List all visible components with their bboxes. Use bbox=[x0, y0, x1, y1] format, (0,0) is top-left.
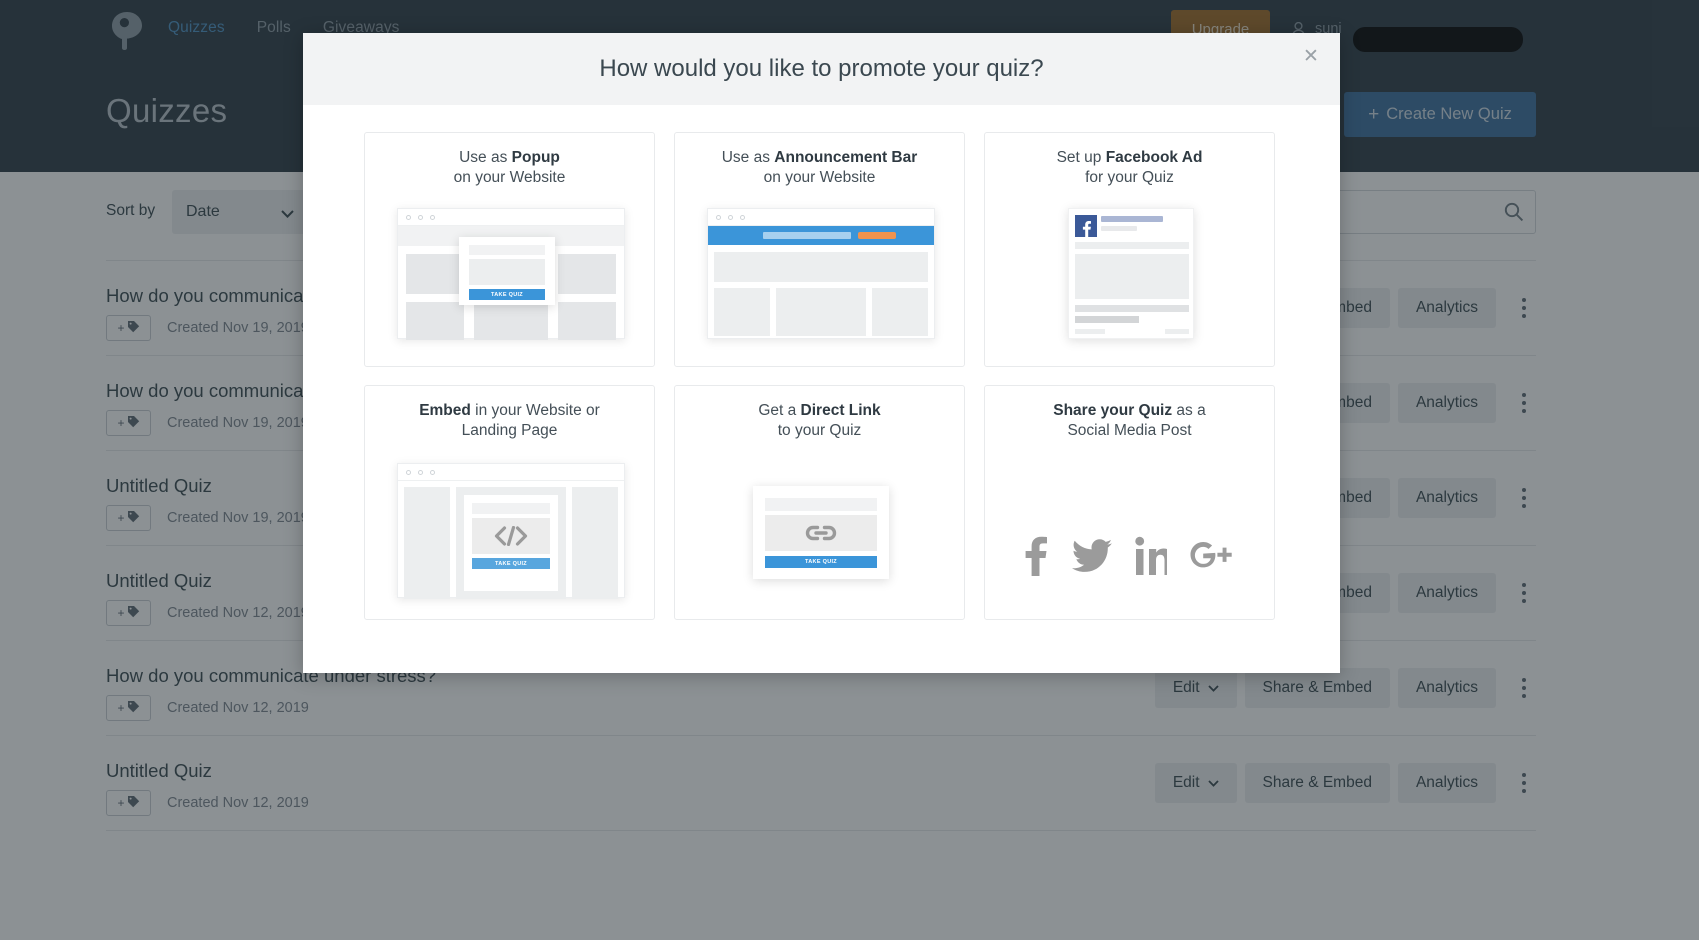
browser-frame: TAKE QUIZ bbox=[397, 463, 625, 599]
code-icon bbox=[472, 518, 550, 554]
promote-option-facebook-ad[interactable]: Set up Facebook Ad for your Quiz bbox=[984, 132, 1275, 367]
promote-option-direct-link[interactable]: Get a Direct Link to your Quiz TAKE QUIZ bbox=[674, 385, 965, 620]
browser-chrome bbox=[708, 209, 934, 226]
facebook-ad-card bbox=[1068, 208, 1194, 339]
facebook-icon bbox=[1075, 215, 1097, 237]
facebook-ad-mockup bbox=[985, 201, 1274, 366]
embed-widget: TAKE QUIZ bbox=[464, 495, 558, 591]
announcement-bar-mockup bbox=[675, 201, 964, 366]
direct-link-mockup: TAKE QUIZ bbox=[675, 454, 964, 619]
facebook-icon[interactable] bbox=[1025, 536, 1049, 576]
browser-viewport bbox=[708, 226, 934, 338]
promote-option-caption: Embed in your Website or Landing Page bbox=[365, 401, 654, 441]
close-icon[interactable]: ✕ bbox=[1298, 44, 1324, 70]
link-icon bbox=[765, 515, 877, 551]
modal-header: How would you like to promote your quiz?… bbox=[303, 33, 1340, 105]
embed-mockup: TAKE QUIZ bbox=[365, 454, 654, 619]
direct-link-card: TAKE QUIZ bbox=[753, 486, 889, 579]
caption-bold: Announcement Bar bbox=[774, 149, 918, 166]
promote-option-caption: Set up Facebook Ad for your Quiz bbox=[985, 148, 1274, 188]
caption-post: in your Website or bbox=[470, 402, 600, 419]
take-quiz-cta: TAKE QUIZ bbox=[765, 556, 877, 568]
social-icons-row bbox=[985, 536, 1274, 576]
browser-viewport: TAKE QUIZ bbox=[398, 481, 624, 599]
promote-option-caption: Use as Announcement Bar on your Website bbox=[675, 148, 964, 188]
caption-bold: Embed bbox=[419, 402, 471, 419]
caption-bold: Share your Quiz bbox=[1053, 402, 1173, 419]
caption-bold: Popup bbox=[511, 149, 560, 166]
caption-line2: to your Quiz bbox=[777, 421, 862, 439]
caption-bold: Facebook Ad bbox=[1105, 149, 1203, 166]
caption-pre: Set up bbox=[1056, 149, 1106, 166]
caption-line2: for your Quiz bbox=[1085, 168, 1174, 186]
promote-option-social-post[interactable]: Share your Quiz as a Social Media Post bbox=[984, 385, 1275, 620]
promote-option-caption: Use as Popup on your Website bbox=[365, 148, 654, 188]
popup-window: TAKE QUIZ bbox=[459, 237, 555, 305]
browser-chrome bbox=[398, 464, 624, 481]
caption-pre: Get a bbox=[758, 402, 801, 419]
app-root: Quizzes Polls Giveaways Upgrade suni Qui… bbox=[0, 0, 1699, 940]
promote-option-embed[interactable]: Embed in your Website or Landing Page TA… bbox=[364, 385, 655, 620]
take-quiz-cta: TAKE QUIZ bbox=[469, 289, 545, 300]
promote-quiz-modal: How would you like to promote your quiz?… bbox=[303, 33, 1340, 673]
announcement-bar bbox=[708, 226, 934, 245]
caption-pre: Use as bbox=[721, 149, 775, 166]
promote-options-grid: Use as Popup on your Website TAKE QUIZ U… bbox=[303, 105, 1340, 620]
google-plus-icon[interactable] bbox=[1190, 541, 1234, 571]
browser-chrome bbox=[398, 209, 624, 226]
modal-title: How would you like to promote your quiz? bbox=[599, 55, 1044, 82]
caption-pre: Use as bbox=[459, 149, 512, 166]
caption-line2: on your Website bbox=[453, 168, 566, 186]
browser-frame: TAKE QUIZ bbox=[397, 208, 625, 340]
caption-line2: Landing Page bbox=[461, 421, 558, 439]
caption-bold: Direct Link bbox=[800, 402, 881, 419]
promote-option-announcement-bar[interactable]: Use as Announcement Bar on your Website bbox=[674, 132, 965, 367]
popup-mockup: TAKE QUIZ bbox=[365, 201, 654, 366]
promote-option-caption: Share your Quiz as a Social Media Post bbox=[985, 401, 1274, 441]
caption-line2: on your Website bbox=[763, 168, 876, 186]
twitter-icon[interactable] bbox=[1072, 539, 1112, 573]
promote-option-caption: Get a Direct Link to your Quiz bbox=[675, 401, 964, 441]
linkedin-icon[interactable] bbox=[1135, 536, 1167, 576]
caption-post: as a bbox=[1172, 402, 1206, 419]
take-quiz-cta: TAKE QUIZ bbox=[472, 558, 550, 569]
caption-line2: Social Media Post bbox=[1067, 421, 1192, 439]
promote-option-popup[interactable]: Use as Popup on your Website TAKE QUIZ bbox=[364, 132, 655, 367]
social-icons-art bbox=[985, 454, 1274, 619]
browser-frame bbox=[707, 208, 935, 339]
